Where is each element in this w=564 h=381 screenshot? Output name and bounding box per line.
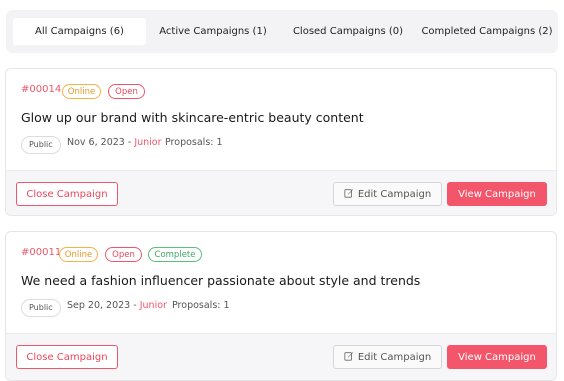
campaign-tabs: All Campaigns (6) Active Campaigns (1) C… bbox=[6, 10, 558, 53]
campaign-date: Nov 6, 2023 bbox=[67, 137, 125, 148]
campaign-level: Junior bbox=[134, 137, 162, 148]
status-badge-online: Online bbox=[59, 247, 98, 262]
campaign-id: #00011 bbox=[21, 247, 62, 258]
edit-campaign-label: Edit Campaign bbox=[357, 189, 432, 200]
campaign-title[interactable]: Glow up our brand with skincare-entric b… bbox=[21, 110, 364, 125]
campaign-meta: Sep 20, 2023 - Junior bbox=[67, 300, 167, 311]
close-campaign-button[interactable]: Close Campaign bbox=[16, 182, 118, 206]
campaign-title[interactable]: We need a fashion influencer passionate … bbox=[21, 273, 420, 288]
tab-completed-campaigns[interactable]: Completed Campaigns (2) bbox=[418, 18, 556, 45]
visibility-badge: Public bbox=[21, 136, 61, 154]
proposal-count: Proposals: 1 bbox=[172, 300, 230, 311]
status-badge-open: Open bbox=[105, 247, 142, 262]
campaign-card-actions: Close Campaign Edit Campaign View Campai… bbox=[6, 333, 556, 380]
tab-active-campaigns[interactable]: Active Campaigns (1) bbox=[152, 18, 274, 45]
campaign-id: #00014 bbox=[21, 84, 62, 95]
campaign-card: #00011 Online Open Complete We need a fa… bbox=[5, 231, 557, 381]
edit-icon bbox=[344, 352, 353, 361]
status-badge-complete: Complete bbox=[148, 247, 202, 262]
campaign-meta: Nov 6, 2023 - Junior bbox=[67, 137, 162, 148]
view-campaign-button[interactable]: View Campaign bbox=[447, 182, 547, 206]
tab-closed-campaigns[interactable]: Closed Campaigns (0) bbox=[281, 18, 415, 45]
proposal-count: Proposals: 1 bbox=[165, 137, 223, 148]
campaign-card-body: #00011 Online Open Complete We need a fa… bbox=[6, 232, 556, 333]
view-campaign-button[interactable]: View Campaign bbox=[447, 345, 547, 369]
status-badge-open: Open bbox=[108, 84, 145, 99]
edit-icon bbox=[344, 189, 353, 198]
status-badge-online: Online bbox=[62, 84, 101, 99]
campaign-card-actions: Close Campaign Edit Campaign View Campai… bbox=[6, 170, 556, 215]
edit-campaign-button[interactable]: Edit Campaign bbox=[333, 182, 442, 206]
edit-campaign-button[interactable]: Edit Campaign bbox=[333, 345, 442, 369]
meta-separator: - bbox=[133, 300, 137, 311]
visibility-badge: Public bbox=[21, 299, 61, 317]
campaign-date: Sep 20, 2023 bbox=[67, 300, 131, 311]
campaign-card: #00014 Online Open Glow up our brand wit… bbox=[5, 68, 557, 216]
campaign-card-body: #00014 Online Open Glow up our brand wit… bbox=[6, 69, 556, 170]
meta-separator: - bbox=[127, 137, 132, 148]
tab-all-campaigns[interactable]: All Campaigns (6) bbox=[13, 18, 146, 45]
campaign-level: Junior bbox=[139, 300, 167, 311]
close-campaign-button[interactable]: Close Campaign bbox=[16, 345, 118, 369]
